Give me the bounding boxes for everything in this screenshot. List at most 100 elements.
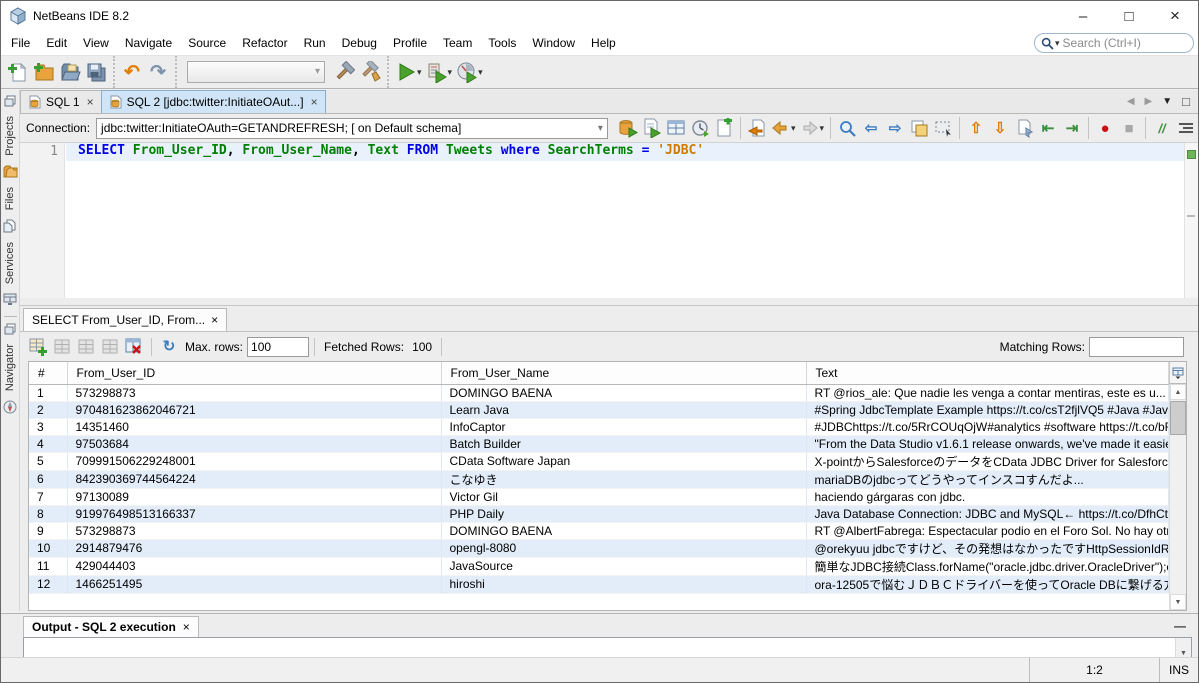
table-cell[interactable]: こなゆき: [441, 470, 806, 488]
toggle-bookmark-button[interactable]: [1012, 116, 1036, 140]
table-row[interactable]: 8919976498513166337PHP DailyJava Databas…: [29, 505, 1169, 522]
close-window-button[interactable]: ×: [1152, 1, 1198, 31]
toggle-rectangular-selection-button[interactable]: [931, 116, 955, 140]
profile-dropdown-icon[interactable]: ▾: [478, 67, 483, 78]
table-cell[interactable]: 9: [29, 522, 67, 539]
table-cell[interactable]: InfoCaptor: [441, 418, 806, 435]
error-stripe[interactable]: [1184, 143, 1198, 298]
table-cell[interactable]: 919976498513166337: [67, 505, 441, 522]
table-cell[interactable]: 10: [29, 539, 67, 557]
last-edit-location-button[interactable]: [745, 116, 769, 140]
table-cell[interactable]: Learn Java: [441, 401, 806, 418]
scroll-down-arrow[interactable]: ▼: [1170, 594, 1186, 610]
close-output-tab-icon[interactable]: ×: [183, 620, 190, 634]
output-tab[interactable]: Output - SQL 2 execution ×: [23, 616, 199, 637]
debug-project-button[interactable]: [424, 59, 450, 85]
scrollbar-thumb[interactable]: [1170, 401, 1186, 435]
run-dropdown-icon[interactable]: ▾: [417, 67, 422, 78]
table-cell[interactable]: Java Database Connection: JDBC and MySQL…: [806, 505, 1169, 522]
refresh-records-button[interactable]: ↻: [157, 335, 181, 359]
table-cell[interactable]: PHP Daily: [441, 505, 806, 522]
table-cell[interactable]: 1: [29, 384, 67, 401]
table-cell[interactable]: Batch Builder: [441, 435, 806, 452]
sql-editor[interactable]: 1 SELECT From_User_ID, From_User_Name, T…: [20, 143, 1198, 298]
open-project-button[interactable]: [57, 59, 83, 85]
menu-window[interactable]: Window: [524, 32, 583, 54]
table-cell[interactable]: @orekyuu jdbcですけど、その発想はなかったですHttpSession…: [806, 539, 1169, 557]
table-cell[interactable]: 3: [29, 418, 67, 435]
scroll-tabs-left-icon[interactable]: ◀: [1127, 96, 1135, 107]
sidebar-item-projects[interactable]: Projects: [4, 116, 16, 156]
previous-bookmark-button[interactable]: ⇧: [964, 116, 988, 140]
output-scroll-down-arrow[interactable]: ▼: [1175, 638, 1191, 657]
uncomment-lines-button[interactable]: [1174, 116, 1198, 140]
table-cell[interactable]: 7: [29, 488, 67, 505]
menu-profile[interactable]: Profile: [385, 32, 435, 54]
menu-tools[interactable]: Tools: [480, 32, 524, 54]
close-tab-icon[interactable]: ×: [309, 95, 318, 109]
configuration-combobox[interactable]: ▾: [187, 61, 325, 83]
undo-button[interactable]: ↶: [119, 59, 145, 85]
table-cell[interactable]: X-pointからSalesforceのデータをCData JDBC Drive…: [806, 452, 1169, 470]
table-cell[interactable]: DOMINGO BAENA: [441, 522, 806, 539]
table-row[interactable]: 102914879476opengl-8080@orekyuu jdbcですけど…: [29, 539, 1169, 557]
table-cell[interactable]: Victor Gil: [441, 488, 806, 505]
shift-line-left-button[interactable]: ⇤: [1036, 116, 1060, 140]
column-settings-button[interactable]: [1169, 362, 1186, 384]
table-cell[interactable]: 429044403: [67, 557, 441, 575]
output-content[interactable]: ▼: [23, 637, 1192, 658]
toggle-highlight-search-button[interactable]: [907, 116, 931, 140]
clean-and-build-button[interactable]: [357, 59, 383, 85]
save-all-button[interactable]: [83, 59, 109, 85]
table-row[interactable]: 11429044403JavaSource簡単なJDBC接続Class.forN…: [29, 557, 1169, 575]
matching-rows-input[interactable]: [1089, 337, 1184, 357]
find-next-button[interactable]: ⇨: [883, 116, 907, 140]
table-cell[interactable]: ora-12505で悩むＪＤＢＣドライバーを使ってOracle DBに繋げる方法…: [806, 575, 1169, 593]
next-bookmark-button[interactable]: ⇩: [988, 116, 1012, 140]
results-tab[interactable]: SELECT From_User_ID, From... ×: [23, 308, 227, 331]
projects-icon[interactable]: [3, 165, 18, 178]
table-cell[interactable]: DOMINGO BAENA: [441, 384, 806, 401]
new-file-button[interactable]: [5, 59, 31, 85]
column-header[interactable]: Text: [806, 362, 1169, 384]
menu-edit[interactable]: Edit: [38, 32, 75, 54]
table-row[interactable]: 2970481623862046721Learn Java#Spring Jdb…: [29, 401, 1169, 418]
find-previous-button[interactable]: ⇦: [859, 116, 883, 140]
menu-team[interactable]: Team: [435, 32, 480, 54]
table-cell[interactable]: 12: [29, 575, 67, 593]
scroll-tabs-right-icon[interactable]: ▶: [1145, 96, 1153, 107]
find-selection-button[interactable]: [835, 116, 859, 140]
new-statement-button[interactable]: [712, 116, 736, 140]
menu-file[interactable]: File: [3, 32, 38, 54]
menu-debug[interactable]: Debug: [334, 32, 385, 54]
sidebar-item-navigator[interactable]: Navigator: [4, 344, 16, 391]
scroll-up-arrow[interactable]: ▲: [1170, 384, 1186, 400]
shift-line-right-button[interactable]: ⇥: [1060, 116, 1084, 140]
stop-macro-recording-button[interactable]: ■: [1117, 116, 1141, 140]
table-cell[interactable]: 6: [29, 470, 67, 488]
table-row[interactable]: 314351460InfoCaptor#JDBChttps://t.co/5Rr…: [29, 418, 1169, 435]
menu-view[interactable]: View: [75, 32, 117, 54]
table-cell[interactable]: 970481623862046721: [67, 401, 441, 418]
table-cell[interactable]: 5: [29, 452, 67, 470]
back-dropdown-icon[interactable]: ▾: [791, 123, 796, 134]
minimize-output-button[interactable]: —: [1174, 619, 1198, 637]
menu-refactor[interactable]: Refactor: [234, 32, 295, 54]
comment-lines-button[interactable]: //: [1150, 116, 1174, 140]
forward-button[interactable]: [797, 116, 821, 140]
table-cell[interactable]: "From the Data Studio v1.6.1 release onw…: [806, 435, 1169, 452]
run-statement-button[interactable]: [640, 116, 664, 140]
tab-sql-1[interactable]: SQL 1 ×: [20, 90, 102, 113]
table-cell[interactable]: 97503684: [67, 435, 441, 452]
table-cell[interactable]: RT @rios_ale: Que nadie les venga a cont…: [806, 384, 1169, 401]
sql-history-button[interactable]: [664, 116, 688, 140]
maximize-window-button[interactable]: □: [1106, 1, 1152, 31]
minimize-group-icon[interactable]: [4, 95, 16, 107]
table-row[interactable]: 9573298873DOMINGO BAENART @AlbertFabrega…: [29, 522, 1169, 539]
table-cell[interactable]: #Spring JdbcTemplate Example https://t.c…: [806, 401, 1169, 418]
build-project-button[interactable]: [331, 59, 357, 85]
table-cell[interactable]: CData Software Japan: [441, 452, 806, 470]
max-rows-input[interactable]: [247, 337, 309, 357]
back-button[interactable]: [769, 116, 793, 140]
table-cell[interactable]: 2: [29, 401, 67, 418]
